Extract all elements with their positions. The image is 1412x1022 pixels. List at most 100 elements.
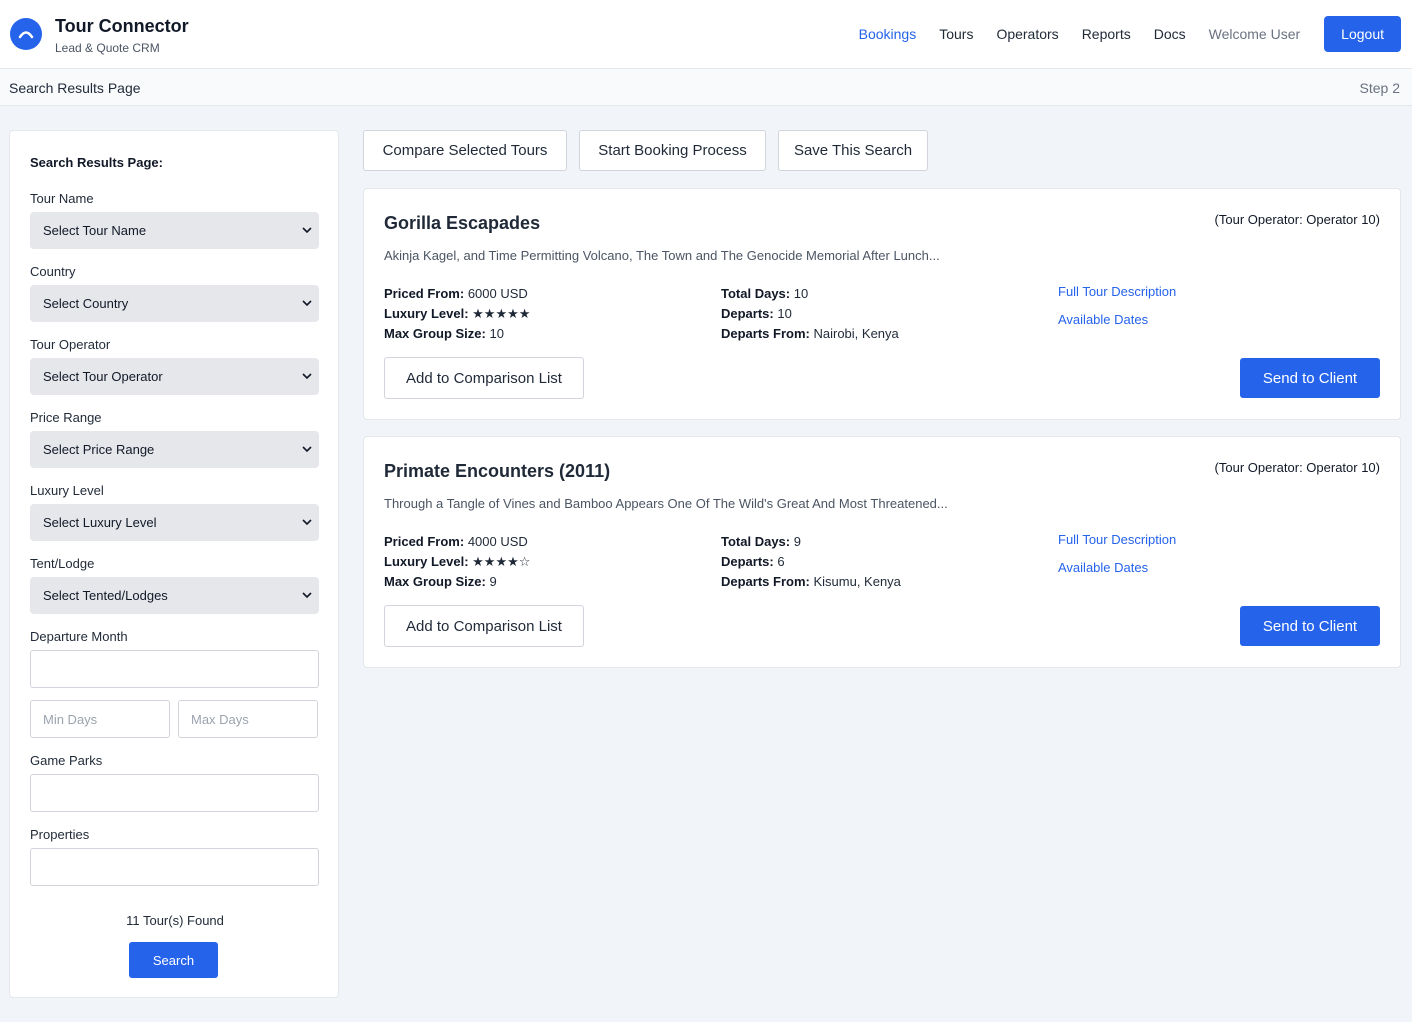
- logo-icon[interactable]: [10, 18, 42, 50]
- departs-from-row: Departs From: Nairobi, Kenya: [721, 324, 899, 344]
- total-days-row: Total Days: 10: [721, 284, 899, 304]
- nav-bookings[interactable]: Bookings: [859, 26, 917, 42]
- max-group-value: 10: [489, 326, 504, 341]
- country-select[interactable]: Select Country: [30, 285, 319, 322]
- tour-operator-label: Tour Operator: [30, 337, 111, 352]
- tour-operator: (Tour Operator: Operator 10): [1214, 460, 1380, 475]
- departs-row: Departs: 10: [721, 304, 899, 324]
- price-range-label: Price Range: [30, 410, 102, 425]
- country-select-value: Select Country: [43, 296, 129, 311]
- tent-lodge-select[interactable]: Select Tented/Lodges: [30, 577, 319, 614]
- results-count: 11 Tour(s) Found: [126, 913, 224, 928]
- tour-card: Gorilla Escapades (Tour Operator: Operat…: [363, 188, 1401, 420]
- nav-tours[interactable]: Tours: [939, 26, 973, 42]
- departs-from-label: Departs From:: [721, 574, 810, 589]
- tour-price-column: Priced From: 6000 USD Luxury Level: ★★★★…: [384, 284, 530, 344]
- departs-value: 6: [777, 554, 785, 569]
- tour-title: Primate Encounters (2011): [384, 461, 611, 481]
- tour-days-column: Total Days: 9 Departs: 6 Departs From: K…: [721, 532, 901, 592]
- save-search-button[interactable]: Save This Search: [778, 130, 928, 171]
- full-description-link[interactable]: Full Tour Description: [1058, 284, 1176, 299]
- chevron-down-icon: [302, 373, 312, 380]
- nav-docs[interactable]: Docs: [1154, 26, 1186, 42]
- chevron-down-icon: [302, 592, 312, 599]
- country-label: Country: [30, 264, 76, 279]
- tour-operator-select[interactable]: Select Tour Operator: [30, 358, 319, 395]
- send-to-client-button[interactable]: Send to Client: [1240, 358, 1380, 398]
- chevron-down-icon: [302, 446, 312, 453]
- tour-operator: (Tour Operator: Operator 10): [1214, 212, 1380, 227]
- top-navbar: Tour Connector Lead & Quote CRM Bookings…: [0, 0, 1412, 69]
- max-group-label: Max Group Size:: [384, 326, 486, 341]
- luxury-level-row: Luxury Level: ★★★★★: [384, 304, 530, 324]
- logout-button[interactable]: Logout: [1324, 16, 1401, 52]
- search-filter-panel: Search Results Page: Tour Name Select To…: [9, 130, 339, 998]
- priced-from-label: Priced From:: [384, 286, 465, 301]
- total-days-value: 9: [793, 534, 801, 549]
- welcome-text: Welcome User: [1208, 26, 1301, 42]
- properties-label: Properties: [30, 827, 90, 842]
- brand-title: Tour Connector: [55, 16, 189, 36]
- luxury-level-select-value: Select Luxury Level: [43, 515, 157, 530]
- luxury-level-label: Luxury Level: [30, 483, 104, 498]
- tour-operator-select-value: Select Tour Operator: [43, 369, 163, 384]
- luxury-level-select[interactable]: Select Luxury Level: [30, 504, 319, 541]
- brand-subtitle: Lead & Quote CRM: [55, 41, 160, 55]
- available-dates-link[interactable]: Available Dates: [1058, 312, 1148, 327]
- departs-label: Departs:: [721, 306, 774, 321]
- full-description-link[interactable]: Full Tour Description: [1058, 532, 1176, 547]
- max-group-row: Max Group Size: 10: [384, 324, 530, 344]
- priced-from-label: Priced From:: [384, 534, 465, 549]
- start-booking-button[interactable]: Start Booking Process: [579, 130, 766, 171]
- tour-name-select[interactable]: Select Tour Name: [30, 212, 319, 249]
- tour-name-label: Tour Name: [30, 191, 94, 206]
- departure-month-label: Departure Month: [30, 629, 128, 644]
- priced-from-row: Priced From: 6000 USD: [384, 284, 530, 304]
- step-indicator: Step 2: [1359, 80, 1400, 96]
- max-days-input[interactable]: Max Days: [178, 700, 318, 738]
- tour-description: Through a Tangle of Vines and Bamboo App…: [384, 496, 948, 511]
- price-range-select-value: Select Price Range: [43, 442, 155, 457]
- tent-lodge-select-value: Select Tented/Lodges: [43, 588, 168, 603]
- departs-from-label: Departs From:: [721, 326, 810, 341]
- price-range-select[interactable]: Select Price Range: [30, 431, 319, 468]
- min-days-input[interactable]: Min Days: [30, 700, 170, 738]
- search-button[interactable]: Search: [129, 942, 218, 978]
- luxury-stars: ★★★★☆: [472, 554, 531, 569]
- priced-from-row: Priced From: 4000 USD: [384, 532, 530, 552]
- game-parks-label: Game Parks: [30, 753, 103, 768]
- compare-selected-button[interactable]: Compare Selected Tours: [363, 130, 567, 171]
- luxury-stars: ★★★★★: [472, 306, 531, 321]
- total-days-row: Total Days: 9: [721, 532, 901, 552]
- luxury-level-row: Luxury Level: ★★★★☆: [384, 552, 530, 572]
- luxury-level-label: Luxury Level:: [384, 306, 469, 321]
- nav-operators[interactable]: Operators: [996, 26, 1058, 42]
- add-to-comparison-button[interactable]: Add to Comparison List: [384, 605, 584, 647]
- game-parks-input[interactable]: [30, 774, 319, 812]
- departs-value: 10: [777, 306, 792, 321]
- main-nav: Bookings Tours Operators Reports Docs We…: [859, 16, 1401, 52]
- departure-month-input[interactable]: [30, 650, 319, 688]
- total-days-label: Total Days:: [721, 534, 791, 549]
- priced-from-value: 6000 USD: [467, 286, 528, 301]
- departs-from-row: Departs From: Kisumu, Kenya: [721, 572, 901, 592]
- tour-card: Primate Encounters (2011) (Tour Operator…: [363, 436, 1401, 668]
- chevron-down-icon: [302, 519, 312, 526]
- max-group-row: Max Group Size: 9: [384, 572, 530, 592]
- chevron-down-icon: [302, 300, 312, 307]
- send-to-client-button[interactable]: Send to Client: [1240, 606, 1380, 646]
- tour-days-column: Total Days: 10 Departs: 10 Departs From:…: [721, 284, 899, 344]
- max-group-label: Max Group Size:: [384, 574, 486, 589]
- available-dates-link[interactable]: Available Dates: [1058, 560, 1148, 575]
- departs-row: Departs: 6: [721, 552, 901, 572]
- add-to-comparison-button[interactable]: Add to Comparison List: [384, 357, 584, 399]
- chevron-down-icon: [302, 227, 312, 234]
- nav-reports[interactable]: Reports: [1082, 26, 1131, 42]
- tour-price-column: Priced From: 4000 USD Luxury Level: ★★★★…: [384, 532, 530, 592]
- total-days-label: Total Days:: [721, 286, 791, 301]
- total-days-value: 10: [793, 286, 809, 301]
- properties-input[interactable]: [30, 848, 319, 886]
- priced-from-value: 4000 USD: [467, 534, 528, 549]
- departs-from-value: Nairobi, Kenya: [813, 326, 899, 341]
- page-title: Search Results Page: [9, 80, 141, 96]
